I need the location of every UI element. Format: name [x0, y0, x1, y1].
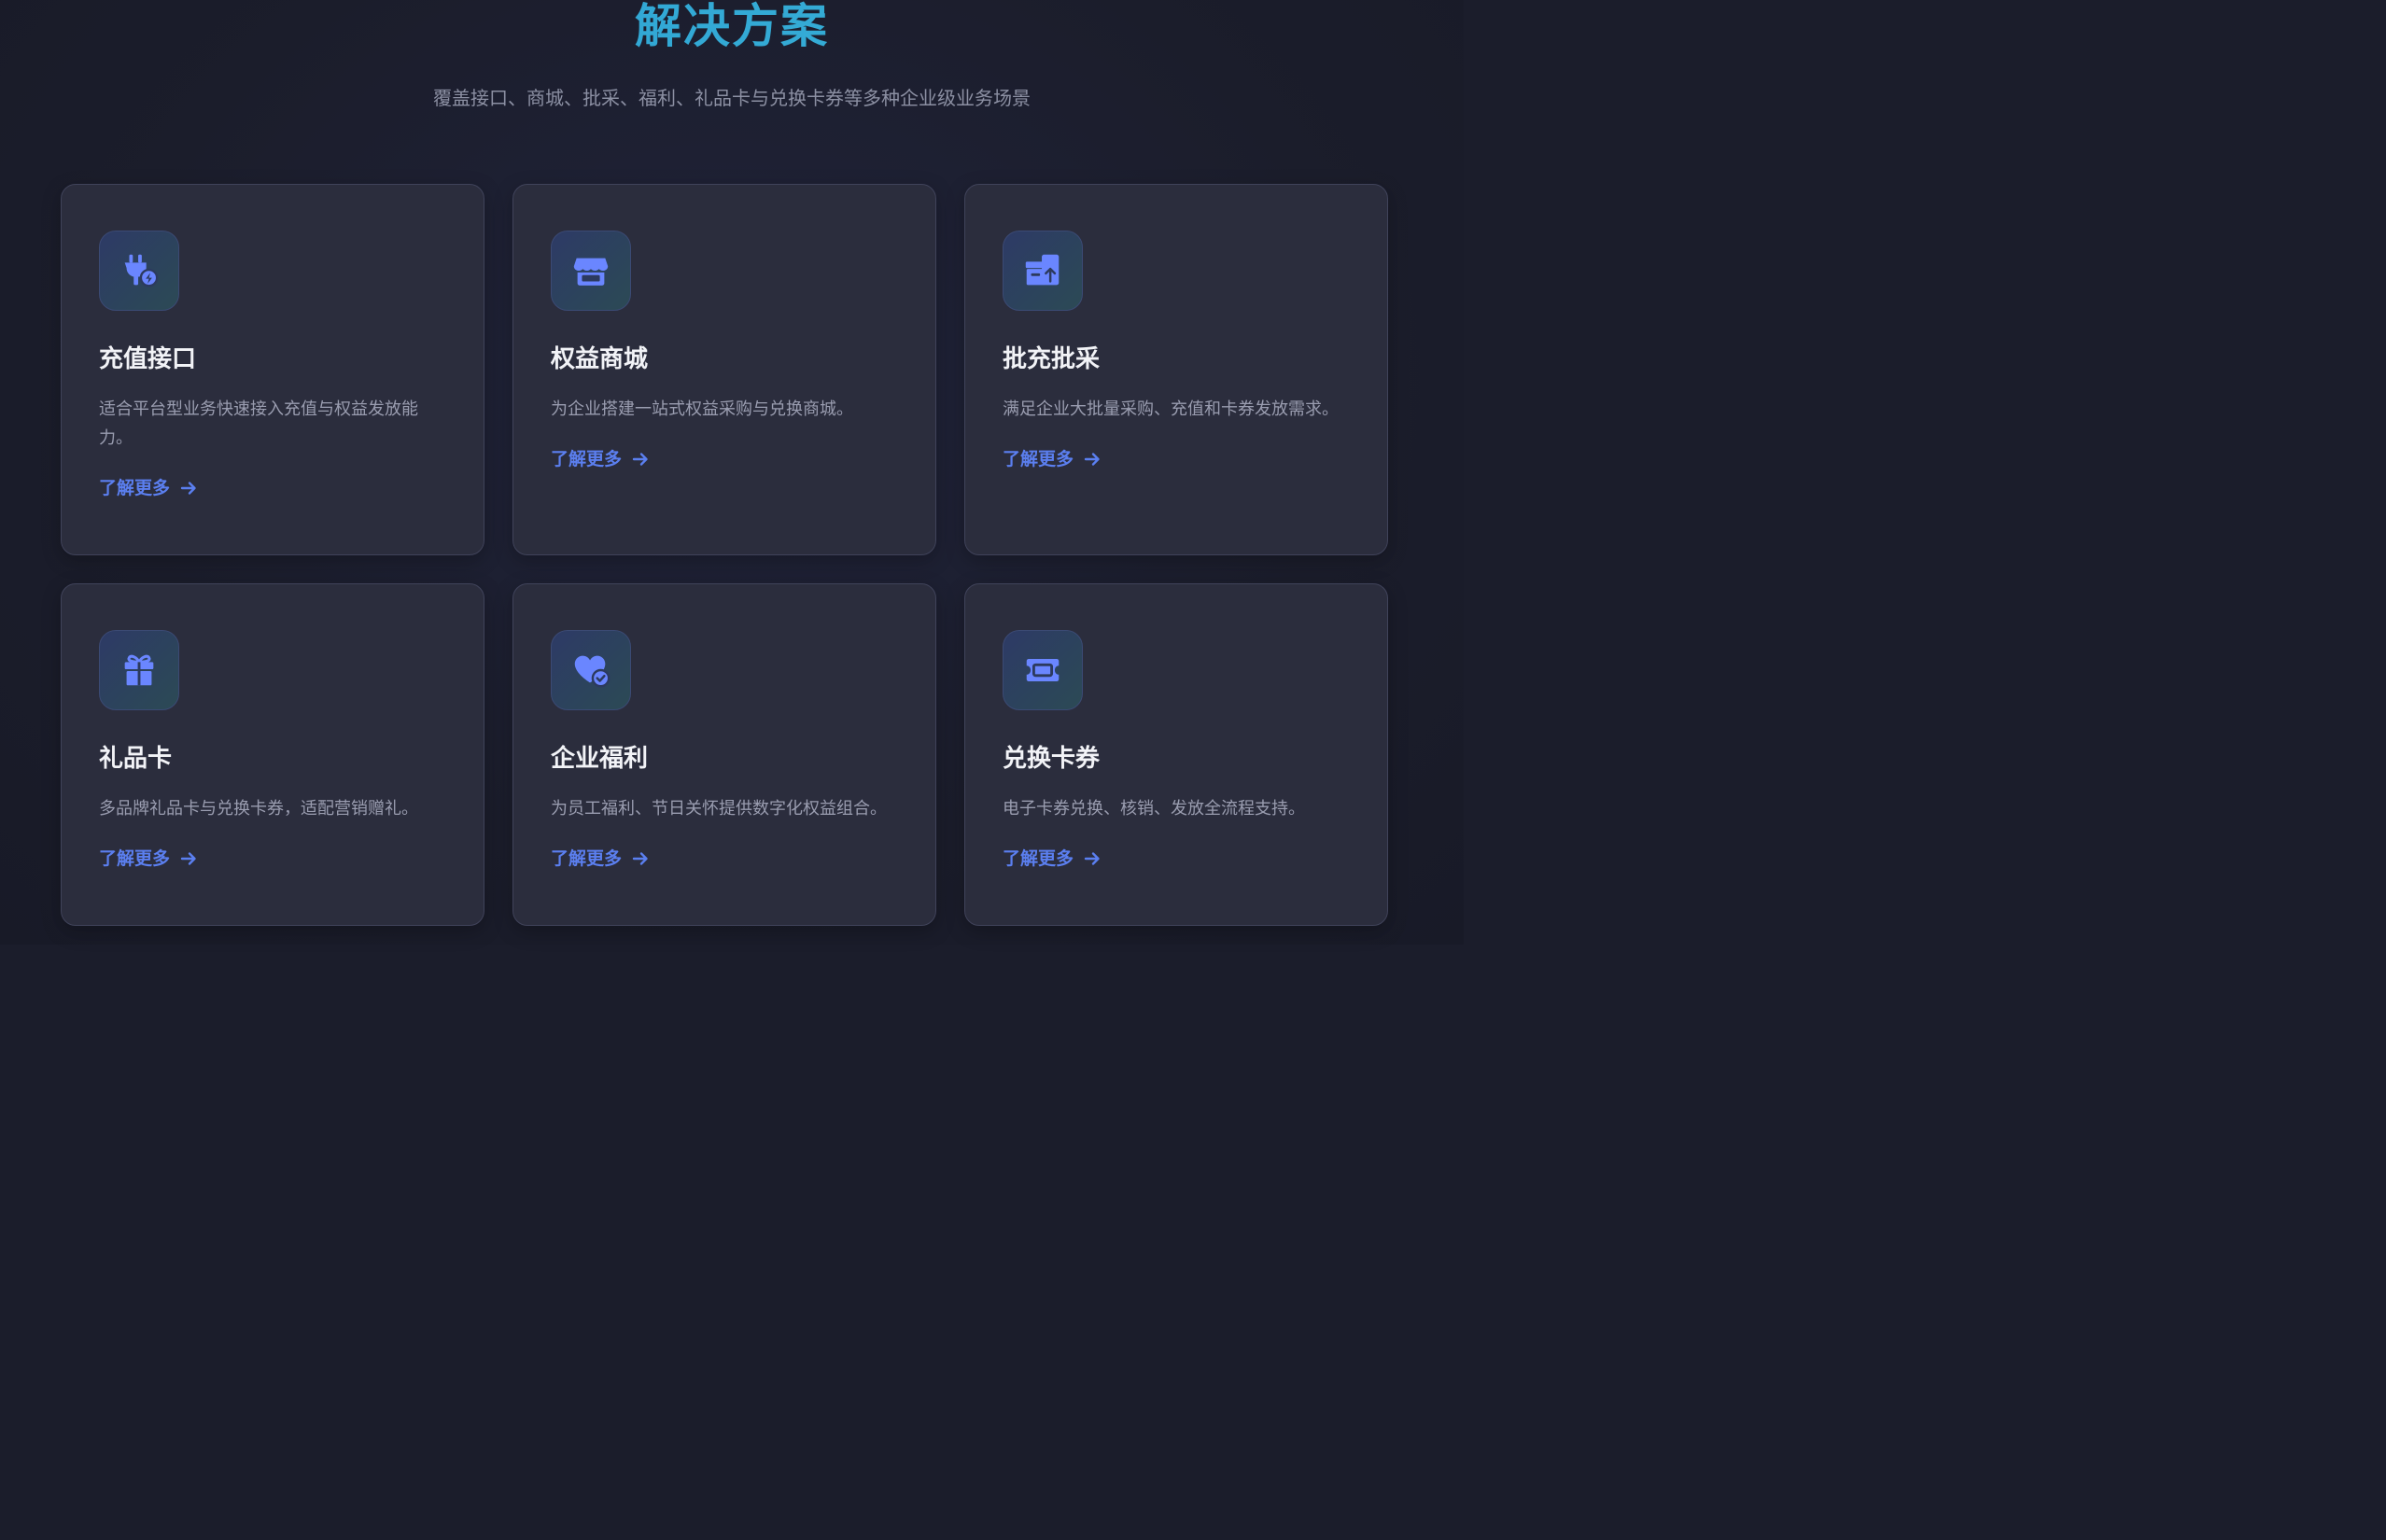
learn-more-link[interactable]: 了解更多 [1003, 446, 1102, 472]
card-title: 批充批采 [1003, 345, 1101, 373]
solution-card-recharge-api[interactable]: 充值接口 适合平台型业务快速接入充值与权益发放能力。 了解更多 [61, 184, 484, 555]
arrow-right-icon [180, 852, 196, 865]
card-description: 为员工福利、节日关怀提供数字化权益组合。 [551, 799, 887, 819]
learn-more-label: 了解更多 [1003, 449, 1074, 469]
plug-charge-icon [99, 231, 179, 311]
learn-more-label: 了解更多 [1003, 848, 1074, 869]
arrow-right-icon [632, 453, 648, 466]
solution-card-bulk-purchase[interactable]: 批充批采 满足企业大批量采购、充值和卡券发放需求。 了解更多 [964, 184, 1388, 555]
arrow-right-icon [1084, 852, 1100, 865]
learn-more-link[interactable]: 了解更多 [99, 475, 198, 501]
solution-card-voucher-redemption[interactable]: 兑换卡券 电子卡券兑换、核销、发放全流程支持。 了解更多 [964, 583, 1388, 926]
arrow-right-icon [180, 482, 196, 495]
card-title: 企业福利 [551, 745, 649, 773]
ticket-icon [1003, 630, 1083, 710]
solutions-grid: 充值接口 适合平台型业务快速接入充值与权益发放能力。 了解更多 权益商城 为企业… [61, 184, 1389, 926]
learn-more-label: 了解更多 [99, 848, 171, 869]
section-title: 解决方案 [0, 0, 1464, 54]
solution-card-employee-benefits[interactable]: 企业福利 为员工福利、节日关怀提供数字化权益组合。 了解更多 [512, 583, 936, 926]
gift-icon [99, 630, 179, 710]
solutions-section: 解决方案 覆盖接口、商城、批采、福利、礼品卡与兑换卡券等多种企业级业务场景 充值… [0, 0, 1464, 945]
arrow-right-icon [1084, 453, 1100, 466]
boxes-upload-icon [1003, 231, 1083, 311]
card-title: 礼品卡 [99, 745, 173, 773]
arrow-right-icon [632, 852, 648, 865]
learn-more-link[interactable]: 了解更多 [551, 446, 650, 472]
card-title: 充值接口 [99, 345, 197, 373]
learn-more-label: 了解更多 [551, 449, 623, 469]
learn-more-label: 了解更多 [99, 478, 171, 498]
card-description: 为企业搭建一站式权益采购与兑换商城。 [551, 399, 853, 419]
card-description: 满足企业大批量采购、充值和卡券发放需求。 [1003, 399, 1339, 419]
storefront-icon [551, 231, 631, 311]
section-subtitle: 覆盖接口、商城、批采、福利、礼品卡与兑换卡券等多种企业级业务场景 [433, 87, 1031, 109]
learn-more-label: 了解更多 [551, 848, 623, 869]
card-description: 多品牌礼品卡与兑换卡券，适配营销赠礼。 [99, 799, 418, 819]
card-description: 适合平台型业务快速接入充值与权益发放能力。 [99, 399, 418, 448]
card-title: 权益商城 [551, 345, 649, 373]
card-title: 兑换卡券 [1003, 745, 1101, 773]
learn-more-link[interactable]: 了解更多 [551, 846, 650, 872]
learn-more-link[interactable]: 了解更多 [1003, 846, 1102, 872]
heart-check-icon [551, 630, 631, 710]
learn-more-link[interactable]: 了解更多 [99, 846, 198, 872]
card-description: 电子卡券兑换、核销、发放全流程支持。 [1003, 799, 1305, 819]
solution-card-benefits-mall[interactable]: 权益商城 为企业搭建一站式权益采购与兑换商城。 了解更多 [512, 184, 936, 555]
solution-card-gift-card[interactable]: 礼品卡 多品牌礼品卡与兑换卡券，适配营销赠礼。 了解更多 [61, 583, 484, 926]
